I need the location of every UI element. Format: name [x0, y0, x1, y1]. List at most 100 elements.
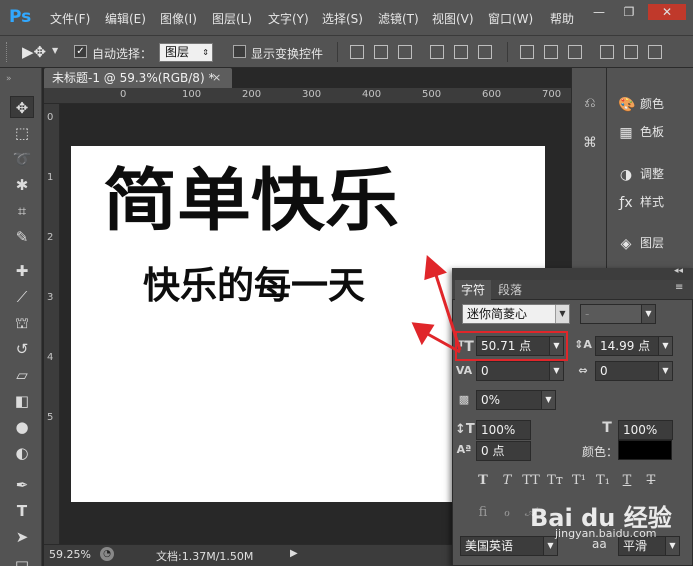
small-caps-icon[interactable]: Tт: [546, 472, 564, 490]
align-hcenter-icon[interactable]: [454, 45, 468, 59]
strikethrough-icon[interactable]: T: [642, 472, 660, 490]
subscript-icon[interactable]: T₁: [594, 472, 612, 490]
status-info-icon[interactable]: ◔: [100, 547, 114, 561]
chevron-down-icon[interactable]: ▼: [52, 46, 58, 55]
menu-view[interactable]: 视图(V): [432, 10, 474, 27]
healing-brush-tool-icon[interactable]: ✚: [10, 260, 34, 282]
document-tab[interactable]: 未标题-1 @ 59.3%(RGB/8) *: [44, 68, 232, 88]
menu-edit[interactable]: 编辑(E): [105, 10, 146, 27]
align-bottom-icon[interactable]: [398, 45, 412, 59]
close-window-button[interactable]: ✕: [648, 4, 686, 20]
superscript-icon[interactable]: T¹: [570, 472, 588, 490]
subtitle-text-layer[interactable]: 快乐的每一天: [143, 265, 365, 307]
zoom-level[interactable]: 59.25%: [49, 548, 91, 561]
dock-styles[interactable]: ƒx 样式: [618, 190, 690, 214]
ruler-label: 200: [242, 89, 262, 100]
language-select[interactable]: 美国英语 ▼: [460, 536, 558, 556]
auto-select-checkbox[interactable]: ✓: [74, 45, 87, 58]
vertical-scale-field[interactable]: 100%: [476, 420, 531, 440]
brush-tool-icon[interactable]: ⟋: [10, 286, 34, 308]
menu-file[interactable]: 文件(F): [50, 10, 90, 27]
adjustments-icon: ◑: [619, 166, 633, 183]
crop-tool-icon[interactable]: ⌗: [10, 200, 34, 222]
tab-paragraph[interactable]: 段落: [492, 280, 528, 300]
history-panel-icon[interactable]: ⎌: [581, 94, 599, 112]
align-top-icon[interactable]: [350, 45, 364, 59]
status-menu-arrow-icon[interactable]: ▶: [290, 548, 298, 559]
distribute-hcenter-icon[interactable]: [624, 45, 638, 59]
menu-type[interactable]: 文字(Y): [268, 10, 309, 27]
eraser-tool-icon[interactable]: ▱: [10, 364, 34, 386]
menu-layer[interactable]: 图层(L): [212, 10, 252, 27]
ruler-label: 100: [182, 89, 202, 100]
magic-wand-tool-icon[interactable]: ✱: [10, 174, 34, 196]
auto-select-dropdown[interactable]: 图层 ⇕: [159, 43, 213, 62]
menu-window[interactable]: 窗口(W): [488, 10, 533, 27]
dock-layers[interactable]: ◈ 图层: [618, 231, 690, 255]
leading-field[interactable]: 14.99 点 ▼: [595, 336, 673, 356]
dock-styles-label: 样式: [640, 195, 665, 209]
collapse-arrows-icon[interactable]: »: [6, 74, 12, 84]
ligature-icon[interactable]: fi: [474, 504, 492, 522]
rectangle-tool-icon[interactable]: ▭: [10, 552, 34, 566]
distribute-vcenter-icon[interactable]: [544, 45, 558, 59]
faux-bold-icon[interactable]: T: [474, 472, 492, 490]
distribute-bottom-icon[interactable]: [568, 45, 582, 59]
old-style-icon[interactable]: ℴ: [498, 504, 516, 522]
eyedropper-tool-icon[interactable]: ✎: [10, 226, 34, 248]
menu-select[interactable]: 选择(S): [322, 10, 363, 27]
align-left-icon[interactable]: [430, 45, 444, 59]
pen-tool-icon[interactable]: ✒: [10, 474, 34, 496]
menu-help[interactable]: 帮助: [550, 10, 574, 27]
distribute-top-icon[interactable]: [520, 45, 534, 59]
restore-button[interactable]: ❐: [616, 4, 642, 20]
underline-icon[interactable]: T: [618, 472, 636, 490]
paint-bucket-tool-icon[interactable]: ◧: [10, 390, 34, 412]
move-tool-preset-icon[interactable]: ▶✥: [22, 43, 46, 61]
tracking-value: 0: [600, 364, 608, 378]
show-transform-checkbox[interactable]: [233, 45, 246, 58]
distribute-right-icon[interactable]: [648, 45, 662, 59]
all-caps-icon[interactable]: TT: [522, 472, 540, 490]
horizontal-scale-field[interactable]: 100%: [618, 420, 673, 440]
dock-adjustments[interactable]: ◑ 调整: [618, 162, 690, 186]
tsume-field[interactable]: 0% ▼: [476, 390, 556, 410]
properties-panel-icon[interactable]: ⌘: [581, 134, 599, 152]
dodge-tool-icon[interactable]: ◐: [10, 442, 34, 464]
type-tool-icon[interactable]: T: [10, 500, 34, 522]
blur-tool-icon[interactable]: ●: [10, 416, 34, 438]
ruler-label: 300: [302, 89, 322, 100]
distribute-left-icon[interactable]: [600, 45, 614, 59]
panel-menu-icon[interactable]: ≡: [675, 282, 683, 293]
options-grip: [6, 42, 10, 62]
marquee-tool-icon[interactable]: ⬚: [10, 122, 34, 144]
font-style-select[interactable]: - ▼: [580, 304, 656, 324]
lasso-tool-icon[interactable]: ➰: [10, 148, 34, 170]
character-panel-header[interactable]: ◂◂: [452, 266, 693, 280]
close-document-icon[interactable]: ×: [212, 68, 226, 88]
dock-swatches[interactable]: ▦ 色板: [618, 120, 690, 144]
tracking-field[interactable]: 0 ▼: [595, 361, 673, 381]
faux-italic-icon[interactable]: T: [498, 472, 516, 490]
align-vcenter-icon[interactable]: [374, 45, 388, 59]
path-selection-tool-icon[interactable]: ➤: [10, 526, 34, 548]
annotation-arrow-head: [424, 254, 447, 281]
menu-filter[interactable]: 滤镜(T): [378, 10, 419, 27]
align-right-icon[interactable]: [478, 45, 492, 59]
move-tool-icon[interactable]: ✥: [10, 96, 34, 118]
history-brush-tool-icon[interactable]: ↺: [10, 338, 34, 360]
kerning-field[interactable]: 0 ▼: [476, 361, 564, 381]
font-family-select[interactable]: 迷你简菱心 ▼: [462, 304, 570, 324]
vertical-ruler: 0 1 2 3 4 5: [44, 104, 60, 544]
menu-image[interactable]: 图像(I): [160, 10, 197, 27]
text-color-swatch[interactable]: [618, 440, 672, 460]
chevron-down-icon: ▼: [658, 362, 672, 380]
minimize-button[interactable]: —: [586, 4, 612, 20]
ruler-label: 2: [47, 232, 54, 243]
baseline-shift-field[interactable]: 0 点: [476, 441, 531, 461]
clone-stamp-tool-icon[interactable]: ⛫: [10, 312, 34, 334]
dock-color[interactable]: 🎨 颜色: [618, 92, 690, 116]
dock-swatches-label: 色板: [640, 125, 665, 139]
title-text-layer[interactable]: 简单快乐: [103, 164, 483, 238]
collapse-icon[interactable]: ◂◂: [674, 266, 683, 276]
